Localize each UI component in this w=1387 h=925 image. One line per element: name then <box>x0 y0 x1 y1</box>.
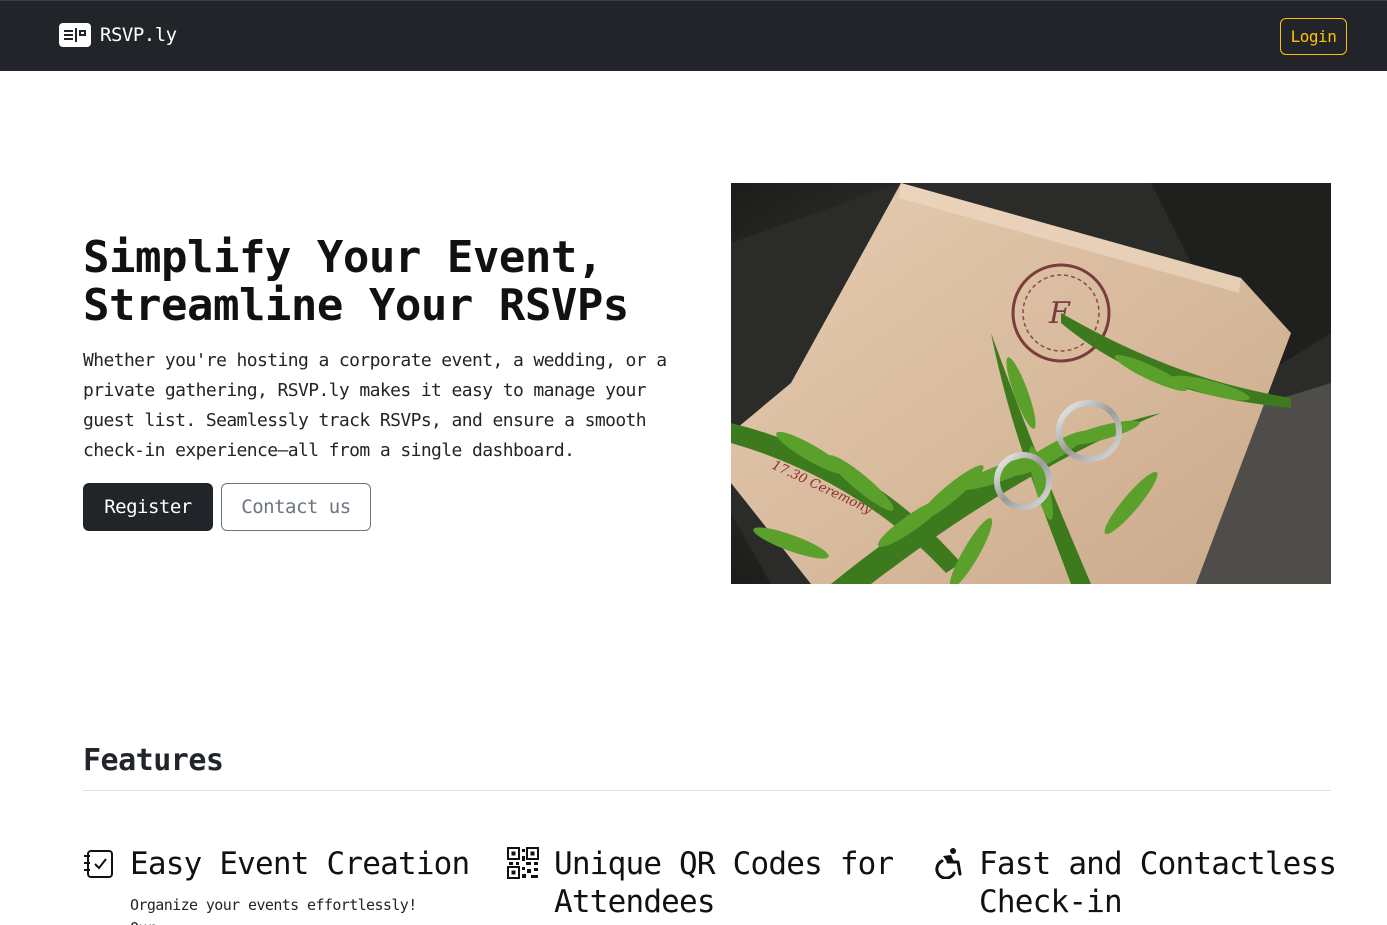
brand-name: RSVP.ly <box>100 24 177 46</box>
wedding-invitation-photo-icon: F 17.30 Ceremony <box>731 183 1331 584</box>
brand-link[interactable]: RSVP.ly <box>59 23 177 47</box>
qr-code-icon <box>507 847 539 879</box>
top-navbar: RSVP.ly Login <box>0 0 1387 71</box>
features-divider <box>83 790 1331 791</box>
feature-title: Easy Event Creation <box>130 846 470 882</box>
feature-title: Fast and Contactless Check-in <box>979 846 1337 920</box>
register-button[interactable]: Register <box>83 483 213 531</box>
hero-title-line2: Streamline Your RSVPs <box>83 280 629 331</box>
ticket-icon <box>59 23 91 47</box>
accessibility-icon <box>935 848 962 879</box>
hero-title-line1: Simplify Your Event, <box>83 232 603 283</box>
features-title: Features <box>83 743 224 778</box>
contact-us-button[interactable]: Contact us <box>221 483 371 531</box>
feature-description: Organize your events effortlessly! Our <box>130 896 417 925</box>
hero-title: Simplify Your Event, Streamline Your RSV… <box>83 234 703 330</box>
login-button[interactable]: Login <box>1280 18 1347 55</box>
checklist-icon <box>84 850 113 878</box>
hero-image: F 17.30 Ceremony <box>731 183 1331 584</box>
feature-title: Unique QR Codes for Attendees <box>554 846 894 920</box>
hero-lead: Whether you're hosting a corporate event… <box>83 350 667 461</box>
